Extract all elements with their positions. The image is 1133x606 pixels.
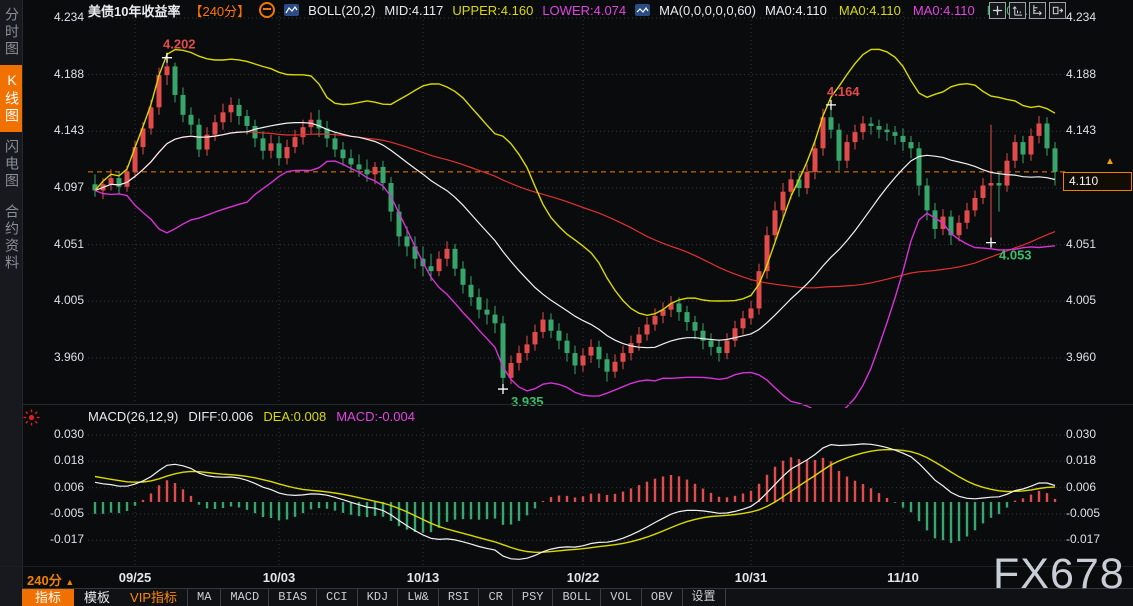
macd-tick-right: 0.030 — [1066, 427, 1096, 441]
price-tick-right: 4.234 — [1066, 10, 1096, 24]
price-up-arrow-icon: ▲ — [1105, 156, 1115, 167]
toolbar-item-KDJ[interactable]: KDJ — [357, 589, 398, 606]
macd-header: MACD(26,12,9) DIFF:0.006 DEA:0.008 MACD:… — [88, 409, 415, 424]
ma-value-3: MA0:4.110 — [913, 3, 975, 18]
watermark: FX678 — [993, 550, 1125, 599]
period-badge[interactable]: 【240分】 — [189, 1, 250, 20]
crosshair-icon[interactable] — [989, 2, 1006, 19]
boll-label: BOLL(20,2) — [308, 3, 375, 18]
boll-upper-value: UPPER:4.160 — [452, 3, 533, 18]
toolbar-item-OBV[interactable]: OBV — [641, 589, 682, 606]
svg-text:4.202: 4.202 — [163, 37, 196, 52]
candlestick-chart[interactable]: 4.202 4.164 3.935 4.053 — [88, 12, 1066, 408]
toolbar-item-CR[interactable]: CR — [478, 589, 511, 606]
boll-mid-value: MID:4.117 — [384, 3, 443, 18]
price-tick-right: 4.005 — [1066, 293, 1096, 307]
boll-lower-value: LOWER:4.074 — [542, 3, 626, 18]
toolbar-item-BIAS[interactable]: BIAS — [268, 589, 316, 606]
date-label: 09/25 — [119, 570, 152, 585]
ma-value-1: MA0:4.110 — [765, 3, 827, 18]
macd-dea-value: DEA:0.008 — [263, 409, 326, 424]
pane-divider — [22, 404, 1133, 405]
price-tick-left: 3.960 — [0, 350, 84, 364]
price-tick-left: 4.097 — [0, 180, 84, 194]
toolbar-item-设置[interactable]: 设置 — [682, 589, 726, 606]
ma-chart-icon[interactable] — [635, 4, 650, 16]
macd-hist-value: MACD:-0.004 — [336, 409, 415, 424]
macd-tick-right: -0.017 — [1066, 532, 1100, 546]
date-label: 10/13 — [407, 570, 440, 585]
macd-chart[interactable] — [88, 428, 1066, 566]
macd-tick-left: -0.017 — [0, 532, 84, 546]
indicator-header: 美债10年收益率 【240分】 BOLL(20,2) MID:4.117 UPP… — [88, 1, 1035, 19]
macd-diff-value: DIFF:0.006 — [188, 409, 253, 424]
macd-tick-left: -0.005 — [0, 506, 84, 520]
date-label: 10/03 — [263, 570, 296, 585]
time-axis: 240分 ▲ 09/25 10/03 10/13 10/22 10/31 11/10 — [0, 566, 1133, 588]
macd-tick-right: 0.006 — [1066, 480, 1096, 494]
price-tick-left: 4.051 — [0, 237, 84, 251]
toolbar-item-BOLL[interactable]: BOLL — [552, 589, 600, 606]
price-tick-right: 4.188 — [1066, 67, 1096, 81]
toolbar-item-模板[interactable]: 模板 — [74, 589, 120, 606]
macd-tick-right: -0.005 — [1066, 506, 1100, 520]
price-tick-left: 4.188 — [0, 67, 84, 81]
macd-tick-left: 0.030 — [0, 427, 84, 441]
toolbar-item-CCI[interactable]: CCI — [316, 589, 357, 606]
ma-label: MA(0,0,0,0,0,60) — [659, 3, 756, 18]
price-tick-right: 4.051 — [1066, 237, 1096, 251]
toolbar-item-指标[interactable]: 指标 — [22, 589, 74, 606]
macd-tick-left: 0.018 — [0, 453, 84, 467]
scale-horizontal-icon[interactable] — [1029, 2, 1046, 19]
price-tick-left: 4.234 — [0, 10, 84, 24]
date-label: 10/22 — [567, 570, 600, 585]
svg-text:4.164: 4.164 — [827, 84, 860, 99]
price-tick-right: 4.143 — [1066, 123, 1096, 137]
price-tick-right: 3.960 — [1066, 350, 1096, 364]
date-label: 10/31 — [735, 570, 768, 585]
toolbar-item-LW&[interactable]: LW& — [397, 589, 438, 606]
macd-tick-left: 0.006 — [0, 480, 84, 494]
toolbar-item-MA[interactable]: MA — [187, 589, 220, 606]
period-selector[interactable]: 240分 ▲ — [27, 570, 74, 589]
svg-text:3.935: 3.935 — [511, 394, 544, 408]
toolbar-item-RSI[interactable]: RSI — [438, 589, 479, 606]
date-label: 11/10 — [887, 570, 919, 585]
price-tick-left: 4.143 — [0, 123, 84, 137]
toolbar-item-VOL[interactable]: VOL — [600, 589, 641, 606]
collapse-indicator-icon[interactable] — [259, 2, 275, 18]
pane-expand-icon[interactable] — [1049, 2, 1066, 19]
current-price-badge: 4.110 — [1063, 172, 1132, 191]
chart-app-window: 分时图K线图闪电图合约资料 美债10年收益率 【240分】 BOLL(20,2)… — [0, 0, 1133, 606]
chart-tool-icons — [989, 2, 1066, 19]
price-tick-left: 4.005 — [0, 293, 84, 307]
scale-vertical-icon[interactable] — [1009, 2, 1026, 19]
alarm-icon[interactable] — [23, 409, 40, 431]
svg-text:4.053: 4.053 — [999, 248, 1032, 263]
toolbar-item-VIP指标[interactable]: VIP指标 — [120, 589, 187, 606]
indicator-toolbar: 指标模板VIP指标MAMACDBIASCCIKDJLW&RSICRPSYBOLL… — [22, 588, 1133, 606]
instrument-title: 美债10年收益率 — [88, 1, 180, 20]
macd-tick-right: 0.018 — [1066, 453, 1096, 467]
macd-label: MACD(26,12,9) — [88, 409, 178, 424]
boll-chart-icon[interactable] — [284, 4, 299, 16]
ma-value-2: MA0:4.110 — [839, 3, 901, 18]
toolbar-item-MACD[interactable]: MACD — [220, 589, 268, 606]
toolbar-item-PSY[interactable]: PSY — [512, 589, 553, 606]
